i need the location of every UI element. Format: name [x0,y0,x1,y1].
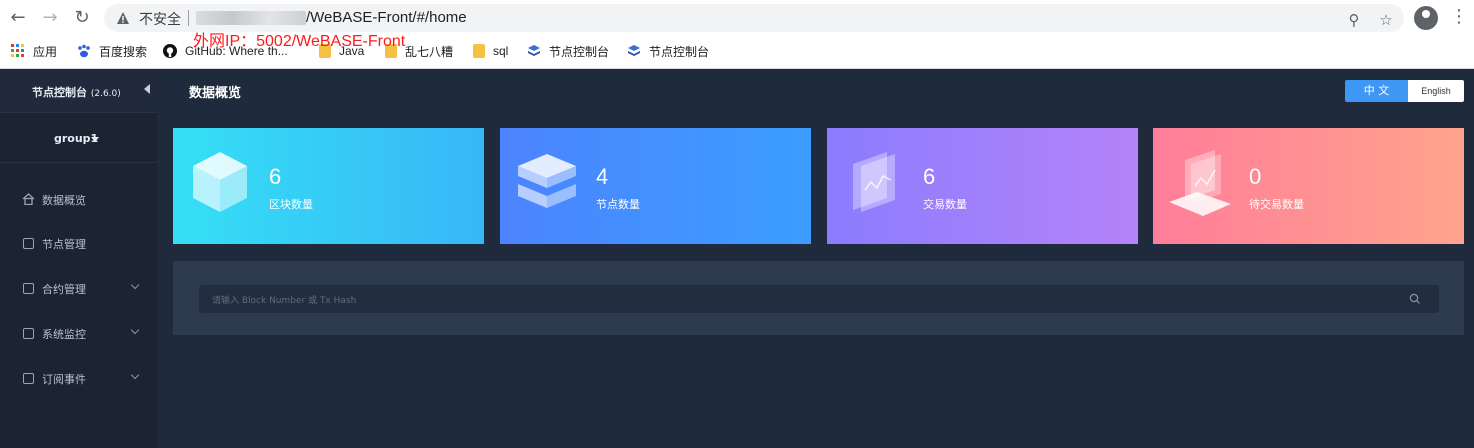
node-count-label: 节点数量 [596,198,640,211]
server-stack-icon [518,154,576,208]
lang-zh-button[interactable]: 中 文 [1345,80,1408,102]
sidebar-item-events[interactable]: 订阅事件 [0,363,157,393]
back-arrow-icon[interactable]: ← [6,6,30,30]
forward-arrow-icon[interactable]: → [38,6,62,30]
block-count-label: 区块数量 [269,198,313,211]
cube-icon [193,152,247,212]
node-count-card[interactable]: 4 节点数量 [500,128,811,244]
bookmark-apps[interactable]: 应用 [11,41,57,61]
calendar-icon [23,238,34,249]
main-content: 数据概览 中 文 English 6 区块数量 4 节点数量 6 交易数量 0 … [157,69,1474,448]
lang-en-button[interactable]: English [1408,80,1464,102]
search-icon[interactable] [1409,293,1421,305]
language-switch: 中 文 English [1345,80,1464,102]
bookmark-node-console-1[interactable]: 节点控制台 [527,41,609,61]
baidu-paw-icon [78,44,90,58]
omnibox-separator [188,10,189,26]
sidebar-item-nodes[interactable]: 节点管理 [0,228,157,258]
monitor-icon [23,328,34,339]
profile-avatar-icon[interactable] [1414,6,1438,30]
sidebar-item-contracts[interactable]: 合约管理 [0,273,157,303]
apps-grid-icon [11,44,24,57]
chevron-down-icon [130,280,140,290]
bookmark-label: 节点控制台 [649,44,710,59]
home-icon [22,193,35,205]
page-title: 数据概览 [189,86,242,101]
sidebar-item-label: 系统监控 [42,328,86,341]
sidebar-header: 节点控制台 (2.6.0) [0,69,157,113]
github-icon [163,44,177,58]
bookmark-sql[interactable]: sql [473,41,508,61]
chevron-down-icon [130,325,140,335]
app-title-text: 节点控制台 [32,86,87,99]
layers-icon [628,45,640,56]
laptop-chart-icon [1169,150,1231,216]
sidebar-item-monitor[interactable]: 系统监控 [0,318,157,348]
sidebar-item-label: 订阅事件 [42,373,86,386]
bookmark-label: 乱七八糟 [405,44,454,59]
group-selector[interactable]: group1 [0,113,157,163]
app-version: (2.6.0) [90,89,121,99]
clipboard-icon [23,283,34,294]
layers-icon [528,45,540,56]
folder-icon [473,44,485,58]
search-panel: 请输入 Block Number 或 Tx Hash [173,261,1464,335]
reload-icon[interactable]: ↻ [70,6,94,30]
bookmark-baidu[interactable]: 百度搜索 [77,41,147,61]
sidebar: 节点控制台 (2.6.0) group1 数据概览 节点管理 合约管理 系统监控… [0,69,157,448]
caret-down-icon [91,137,99,142]
rss-icon [23,373,34,384]
tx-count-value: 6 [923,164,936,189]
bookmark-label: 百度搜索 [99,44,148,59]
tx-count-label: 交易数量 [923,198,967,211]
star-icon[interactable]: ☆ [1376,10,1396,30]
search-input[interactable]: 请输入 Block Number 或 Tx Hash [199,285,1439,313]
pending-tx-value: 0 [1249,164,1262,189]
redacted-host [196,11,306,25]
sidebar-item-label: 合约管理 [42,283,86,296]
chevron-down-icon [130,370,140,380]
url-text[interactable]: /WeBASE-Front/#/home [306,9,467,26]
zoom-icon[interactable]: ⚲ [1344,10,1364,30]
pending-tx-card[interactable]: 0 待交易数量 [1153,128,1464,244]
sidebar-item-label: 数据概览 [42,194,86,207]
app-title: 节点控制台 (2.6.0) [32,84,121,100]
block-count-value: 6 [269,164,282,189]
menu-dots-icon[interactable]: ⋮ [1450,6,1468,30]
tx-count-card[interactable]: 6 交易数量 [827,128,1138,244]
bookmark-label: 应用 [33,44,58,59]
warning-triangle-icon [117,12,129,24]
pending-tx-label: 待交易数量 [1249,198,1304,211]
node-count-value: 4 [596,164,609,189]
browser-chrome: ← → ↻ 不安全 /WeBASE-Front/#/home ⚲ ☆ ⋮ 应用 … [0,0,1474,69]
collapse-sidebar-icon[interactable] [144,84,150,94]
external-ip-annotation: 外网IP：5002/WeBASE-Front [193,33,406,50]
sidebar-item-overview[interactable]: 数据概览 [0,184,157,214]
chart-panel-icon [853,152,895,212]
sidebar-item-label: 节点管理 [42,238,86,251]
block-count-card[interactable]: 6 区块数量 [173,128,484,244]
insecure-label: 不安全 [139,11,181,27]
bookmark-node-console-2[interactable]: 节点控制台 [627,41,709,61]
bookmark-label: sql [493,44,509,58]
search-placeholder: 请输入 Block Number 或 Tx Hash [212,296,357,306]
bookmark-label: 节点控制台 [549,44,610,59]
